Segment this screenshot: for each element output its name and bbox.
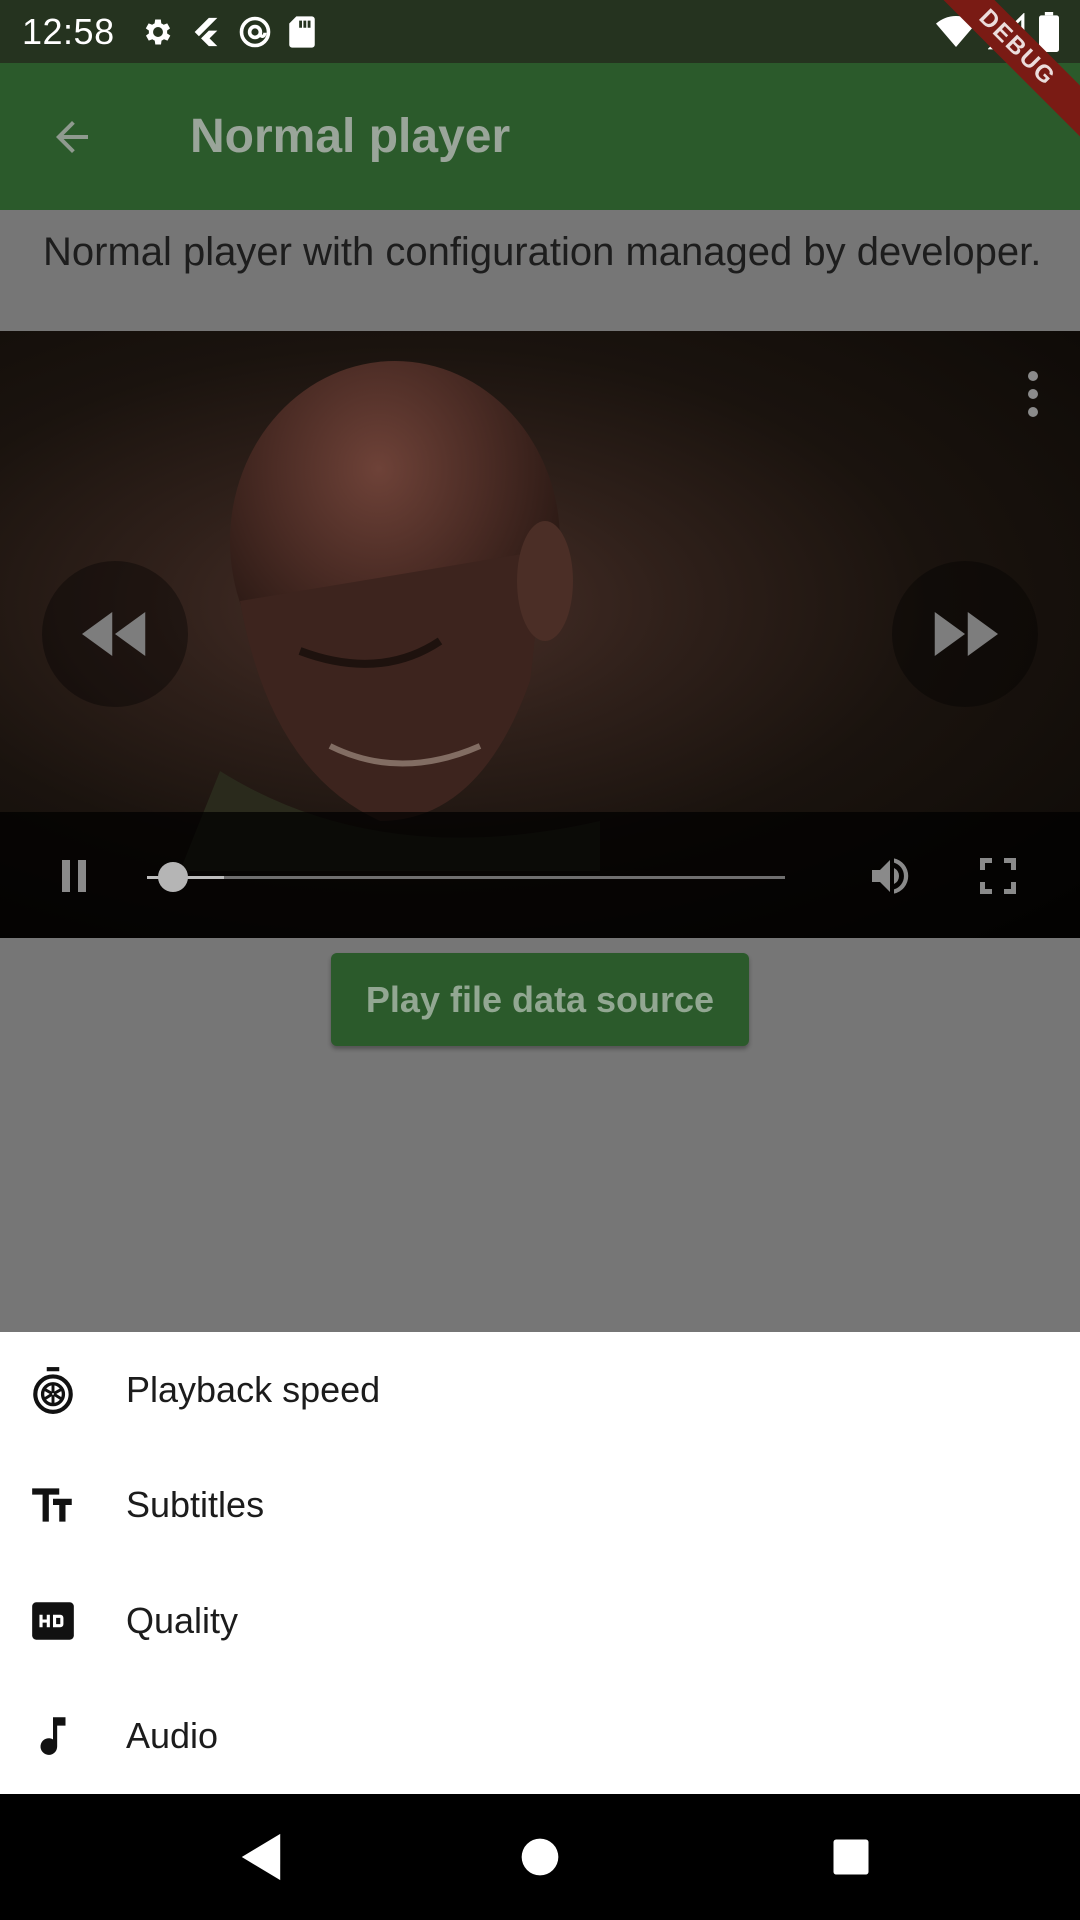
hd-icon xyxy=(32,1602,74,1640)
sheet-item-audio[interactable]: Audio xyxy=(0,1679,1080,1795)
page-title: Normal player xyxy=(190,110,511,163)
status-icons-left xyxy=(141,14,317,50)
at-sign-icon xyxy=(239,16,270,47)
recents-icon[interactable] xyxy=(830,1832,872,1882)
volume-icon[interactable] xyxy=(866,852,914,900)
text-fields-icon xyxy=(32,1488,72,1522)
home-icon[interactable] xyxy=(518,1832,562,1882)
options-bottom-sheet: Playback speed Subtitles Quality Audio xyxy=(0,1332,1080,1794)
progress-bar[interactable] xyxy=(147,862,785,892)
sheet-item-subtitles[interactable]: Subtitles xyxy=(0,1448,1080,1564)
fast-forward-button[interactable] xyxy=(892,561,1038,707)
play-file-data-source-button[interactable]: Play file data source xyxy=(331,953,749,1046)
flutter-icon xyxy=(194,17,217,46)
app-bar: Normal player xyxy=(0,63,1080,210)
speed-icon xyxy=(33,1366,73,1414)
settings-icon xyxy=(145,19,170,44)
rewind-button[interactable] xyxy=(42,561,188,707)
fast-forward-icon xyxy=(934,612,998,656)
sheet-item-label: Audio xyxy=(126,1715,219,1757)
music-note-icon xyxy=(40,1717,66,1756)
rewind-icon xyxy=(82,612,146,656)
video-frame xyxy=(180,361,600,871)
sheet-item-quality[interactable]: Quality xyxy=(0,1563,1080,1679)
navigation-bar xyxy=(0,1794,1080,1920)
sheet-item-label: Quality xyxy=(126,1599,239,1641)
pause-icon[interactable] xyxy=(50,852,98,900)
video-player[interactable] xyxy=(0,331,1080,938)
status-time: 12:58 xyxy=(22,10,115,52)
status-bar: 12:58 xyxy=(0,0,1080,63)
sheet-item-label: Subtitles xyxy=(126,1484,265,1526)
back-icon[interactable] xyxy=(237,1832,285,1882)
more-options-icon[interactable] xyxy=(1028,371,1038,417)
player-description: Normal player with configuration managed… xyxy=(43,230,1042,274)
fullscreen-icon[interactable] xyxy=(974,852,1022,900)
player-controls xyxy=(0,812,1080,938)
sd-card-icon xyxy=(288,15,315,48)
page-content: Normal player with configuration managed… xyxy=(0,210,1080,1332)
arrow-back-icon[interactable] xyxy=(48,113,96,161)
sheet-item-label: Playback speed xyxy=(126,1368,381,1410)
progress-thumb[interactable] xyxy=(157,862,188,892)
sheet-item-playback-speed[interactable]: Playback speed xyxy=(0,1332,1080,1448)
